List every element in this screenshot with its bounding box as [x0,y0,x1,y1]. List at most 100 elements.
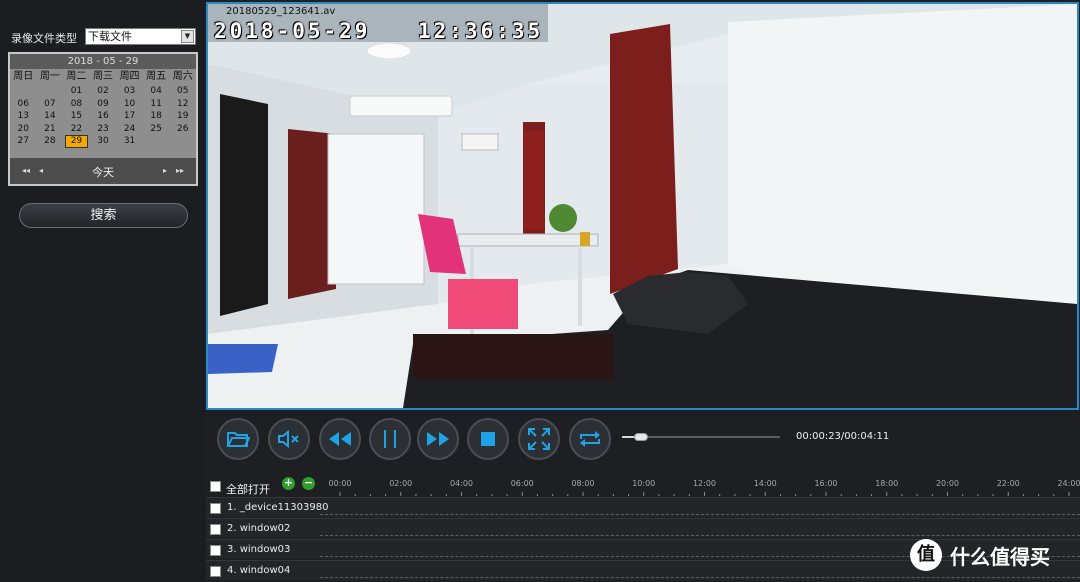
zoom-in-icon[interactable]: + [282,477,295,490]
stop-button[interactable] [467,418,509,460]
calendar-day[interactable]: 02 [90,85,117,98]
calendar-day[interactable]: 07 [37,98,64,111]
calendar-day[interactable]: 20 [10,123,37,136]
left-panel: 录像文件类型 下载文件 ▼ 2018 - 05 - 29 周日 周一 周二 周三 周四周… [0,0,205,582]
calendar-day[interactable]: 04 [143,85,170,98]
timeline-tick-label: 14:00 [753,479,777,488]
calendar-day[interactable]: 19 [169,110,196,123]
channel-row[interactable]: 1. _device11303980 [206,497,1080,517]
calendar-title: 2018 - 05 - 29 [10,54,196,69]
record-type-value: 下载文件 [88,30,132,43]
pause-button[interactable] [369,418,411,460]
channel-checkbox[interactable] [210,524,221,535]
calendar-weekday-row: 周日 周一 周二 周三 周四 周五 周六 [10,70,196,84]
channel-label: 3. window03 [227,544,291,555]
timeline-tick-label: 24:00 [1057,479,1080,488]
timeline-tick-label: 08:00 [571,479,595,488]
calendar-day[interactable]: 28 [37,135,64,148]
calendar-weekday: 周一 [39,71,60,82]
today-button[interactable]: 今天 [10,164,196,180]
open-all-checkbox[interactable] [210,481,221,492]
next-month-button[interactable]: ▸ [163,166,167,175]
seek-bar[interactable] [622,433,780,441]
calendar-weekday: 周四 [119,71,140,82]
calendar-day[interactable]: 11 [143,98,170,111]
calendar-day[interactable]: 12 [169,98,196,111]
loop-button[interactable] [569,418,611,460]
watermark-text: 什么值得买 [950,544,1050,569]
loop-icon [580,431,600,447]
mute-button[interactable] [268,418,310,460]
calendar-day[interactable]: 29 [65,135,88,148]
timeline-tick-label: 06:00 [510,479,534,488]
time-display: 00:00:23/00:04:11 [796,431,890,442]
calendar-day[interactable]: 27 [10,135,37,148]
mute-icon [278,429,299,449]
calendar-day[interactable]: 18 [143,110,170,123]
calendar-day[interactable]: 30 [90,135,117,148]
calendar-day[interactable]: 26 [169,123,196,136]
calendar-day[interactable]: 09 [90,98,117,111]
calendar-empty-cell [37,85,64,98]
calendar-day[interactable]: 03 [116,85,143,98]
osd-date: 2018-05-29 [214,19,371,43]
timeline-tick-label: 12:00 [692,479,717,488]
rewind-icon [329,432,351,446]
record-type-select[interactable]: 下载文件 ▼ [85,28,196,45]
chevron-down-icon[interactable]: ▼ [181,30,194,43]
calendar-day[interactable]: 10 [116,98,143,111]
video-player[interactable]: 20180529_123641.av 2018-05-29 12:36:35 [206,2,1079,410]
calendar-day[interactable]: 17 [116,110,143,123]
channel-track[interactable] [320,577,1080,578]
file-name-label: 20180529_123641.av [226,6,336,17]
calendar-day[interactable]: 21 [37,123,64,136]
camera-frame-image [208,4,1077,408]
calendar-weekday: 周二 [66,71,87,82]
channel-checkbox[interactable] [210,566,221,577]
calendar-day[interactable]: 31 [116,135,143,148]
channel-label: 1. _device11303980 [227,502,329,513]
open-file-button[interactable] [217,418,259,460]
search-button[interactable]: 搜索 [19,203,188,228]
pause-icon [384,430,396,448]
calendar-empty-cell [10,85,37,98]
stop-icon [481,432,495,446]
channel-checkbox[interactable] [210,503,221,514]
calendar-day[interactable]: 16 [90,110,117,123]
timeline-tick-label: 04:00 [449,479,474,488]
timeline-tick-label: 22:00 [996,479,1020,488]
calendar-day[interactable]: 08 [63,98,90,111]
rewind-button[interactable] [319,418,361,460]
calendar-day[interactable]: 15 [63,110,90,123]
channel-row[interactable]: 2. window02 [206,518,1080,538]
seek-bar-thumb[interactable] [634,433,649,441]
fullscreen-button[interactable] [518,418,560,460]
calendar-empty-cell [169,135,196,148]
calendar-day[interactable]: 14 [37,110,64,123]
timeline-tick-label: 10:00 [632,479,656,488]
calendar-day[interactable]: 06 [10,98,37,111]
next-year-button[interactable]: ▸▸ [176,166,184,175]
channel-track[interactable] [320,514,1080,515]
calendar-day[interactable]: 23 [90,123,117,136]
app-window: 录像文件类型 下载文件 ▼ 2018 - 05 - 29 周日 周一 周二 周三 周四周… [0,0,1080,582]
calendar-day[interactable]: 01 [63,85,90,98]
calendar-days-grid: 01 02 03 04 05 06 07 08 09 10 11 12 13 14 15 16 17 18 19 20… [10,84,196,148]
timeline-tick-label: 20:00 [935,479,960,488]
calendar-day[interactable]: 24 [116,123,143,136]
calendar-day[interactable]: 13 [10,110,37,123]
channel-checkbox[interactable] [210,545,221,556]
channel-label: 4. window04 [227,565,291,576]
open-folder-icon [226,432,250,447]
fast-forward-button[interactable] [417,418,459,460]
calendar-day[interactable]: 25 [143,123,170,136]
timeline-tick-label: 18:00 [875,479,899,488]
calendar-day[interactable]: 22 [63,123,90,136]
watermark-logo-icon: 值 [910,539,942,571]
channel-label: 2. window02 [227,523,291,534]
calendar-day[interactable]: 05 [169,85,196,98]
channel-track[interactable] [320,535,1080,536]
calendar-weekday: 周日 [13,71,34,82]
zoom-out-icon[interactable]: − [302,477,315,490]
timeline-tick-label: 02:00 [389,479,413,488]
